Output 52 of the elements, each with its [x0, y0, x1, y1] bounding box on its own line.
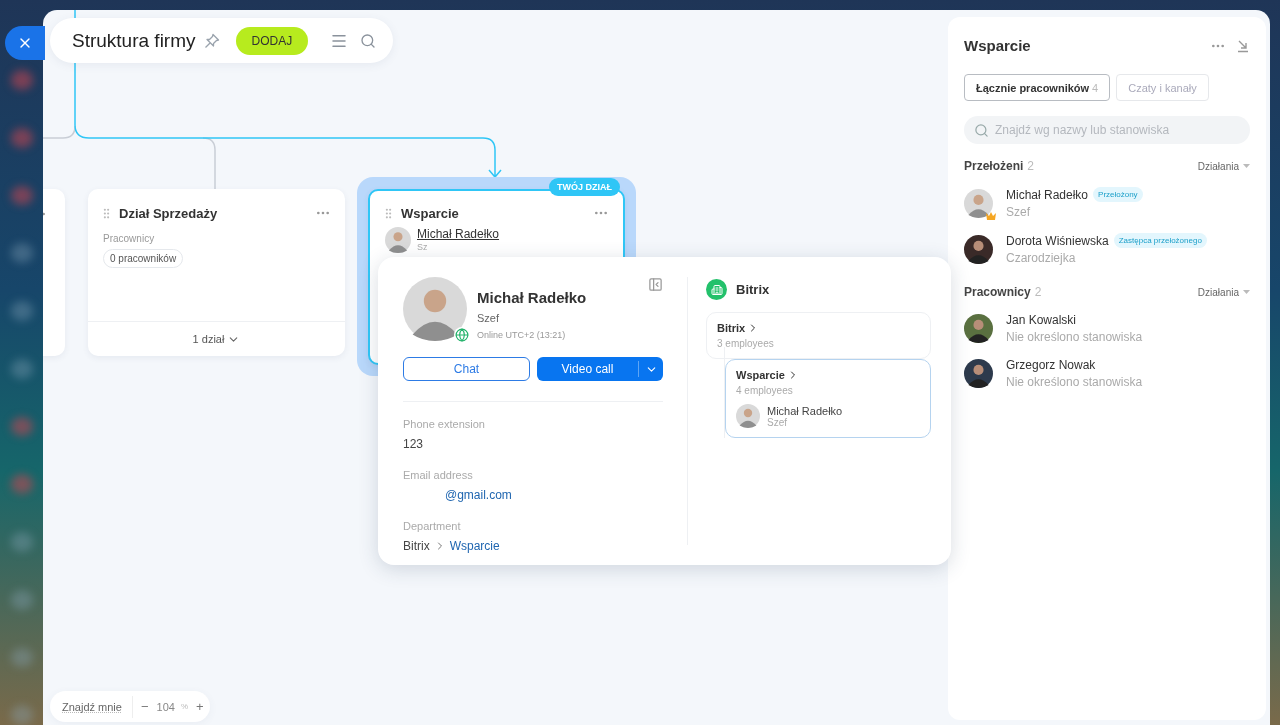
field-label: Email address: [403, 469, 474, 481]
chat-button[interactable]: Chat: [403, 357, 530, 381]
person-role: Nie określono stanowiska: [1006, 375, 1143, 389]
node-title: Bitrix: [717, 322, 746, 334]
video-call-button[interactable]: Video call: [537, 357, 663, 381]
section-title: Pracownicy 2: [964, 285, 1043, 299]
zoom-unit: %: [180, 702, 188, 711]
department-node[interactable]: Bitrix 3 employees: [706, 312, 931, 359]
department-node[interactable]: Wsparcie 4 employees Michał Radełko Szef: [725, 359, 931, 438]
person-name: Michał Radełko: [767, 404, 843, 417]
actions-dropdown[interactable]: Działania: [1197, 160, 1250, 172]
department-link[interactable]: Wsparcie: [449, 539, 500, 553]
find-me-button[interactable]: Znajdź mnie: [62, 695, 133, 718]
employee-count: 3 employees: [717, 338, 775, 349]
add-button[interactable]: DODAJ: [235, 26, 309, 55]
field-label: Phone extension: [403, 418, 486, 430]
employee-count: 4 employees: [736, 385, 794, 396]
field-label: Department: [403, 520, 462, 532]
online-status: Online UTC+2 (13:21): [477, 330, 567, 340]
person-role: Nie określono stanowiska: [1006, 330, 1143, 344]
zoom-out-button[interactable]: −: [138, 699, 151, 714]
zoom-in-button[interactable]: +: [194, 699, 206, 714]
panel-title: Wsparcie: [964, 37, 1032, 54]
node-title: Wsparcie: [736, 369, 785, 381]
role-tag: Zastępca przełożonego: [1113, 233, 1207, 248]
person-role: Szef: [767, 416, 788, 428]
section-title: Przełożeni 2: [964, 159, 1036, 173]
employee-role: Szef: [477, 312, 500, 324]
your-department-badge: TWÓJ DZIAŁ: [549, 178, 620, 196]
person-name[interactable]: Michał Radełko: [1006, 187, 1089, 202]
person-role: Szef: [1006, 205, 1031, 219]
person-name[interactable]: Jan Kowalski: [1006, 313, 1077, 327]
search-field[interactable]: Znajdź wg nazwy lub stanowiska: [964, 116, 1250, 144]
department-title: Dział Sprzedaży: [119, 205, 219, 221]
head-role: Sz: [417, 242, 429, 252]
head-name[interactable]: Michał Radełko: [417, 227, 500, 241]
department-title: Wsparcie: [401, 205, 460, 221]
email-link[interactable]: @gmail.com: [403, 488, 663, 502]
company-name: Bitrix: [736, 282, 770, 297]
page-title: Struktura firmy: [72, 29, 196, 52]
role-tag: Przełożony: [1093, 187, 1143, 202]
subdepartment-count: 1 dział: [192, 333, 225, 345]
actions-dropdown[interactable]: Działania: [1197, 286, 1250, 298]
zoom-value: 104: [156, 700, 175, 713]
department-name: Bitrix: [403, 539, 430, 553]
person-name[interactable]: Dorota Wiśniewska: [1006, 233, 1109, 248]
person-role: Czarodziejka: [1006, 251, 1077, 265]
section-label: Pracownicy: [102, 232, 156, 244]
person-name[interactable]: Grzegorz Nowak: [1006, 358, 1096, 372]
tab[interactable]: Łącznie pracowników 4: [964, 74, 1111, 101]
field-value: 123: [403, 437, 425, 451]
employee-name: Michał Radełko: [477, 289, 587, 306]
